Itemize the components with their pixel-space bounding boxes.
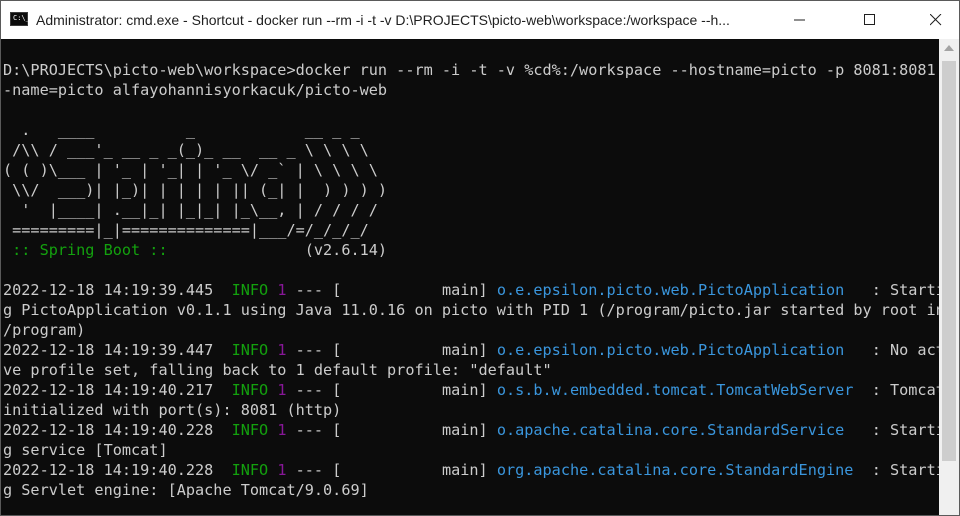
- log-message-continued: initialized with port(s): 8081 (http): [3, 401, 342, 419]
- log-timestamp: 2022-12-18 14:19:39.445: [3, 281, 214, 299]
- log-message: : Startin: [871, 281, 939, 299]
- log-timestamp: 2022-12-18 14:19:40.217: [3, 381, 214, 399]
- cmd-icon: C:\_: [10, 12, 30, 26]
- log-logger: o.e.epsilon.picto.web.PictoApplication: [496, 341, 845, 359]
- log-level: INFO: [231, 461, 269, 479]
- log-entry: 2022-12-18 14:19:39.445 INFO 1 --- [ mai…: [3, 280, 939, 300]
- spring-banner-line: ( ( )\___ | '_ | '_| | '_ \/ _` | \ \ \ …: [3, 161, 378, 179]
- log-entry: 2022-12-18 14:19:39.447 INFO 1 --- [ mai…: [3, 340, 939, 360]
- log-message: : Startin: [871, 461, 939, 479]
- spring-banner-line: =========|_|==============|___/=/_/_/_/: [3, 221, 369, 239]
- spring-banner-line: . ____ _ __ _ _: [3, 121, 360, 139]
- maximize-icon: [864, 14, 875, 25]
- log-entry: 2022-12-18 14:19:40.217 INFO 1 --- [ mai…: [3, 380, 939, 400]
- log-message-continued: ve profile set, falling back to 1 defaul…: [3, 361, 552, 379]
- log-timestamp: 2022-12-18 14:19:40.228: [3, 421, 214, 439]
- spring-banner-line: \\/ ___)| |_)| | | | | || (_| | ) ) ) ): [3, 181, 388, 199]
- console-window: C:\_ Administrator: cmd.exe - Shortcut -…: [0, 0, 960, 516]
- log-pid: 1: [277, 281, 287, 299]
- log-logger: o.e.epsilon.picto.web.PictoApplication: [496, 281, 845, 299]
- window-title: Administrator: cmd.exe - Shortcut - dock…: [36, 12, 730, 28]
- log-level: INFO: [231, 281, 269, 299]
- scrollbar-thumb[interactable]: [942, 61, 956, 461]
- spring-boot-version-line: :: Spring Boot :: (v2.6.14): [3, 240, 387, 260]
- log-timestamp: 2022-12-18 14:19:39.447: [3, 341, 214, 359]
- log-logger: org.apache.catalina.core.StandardEngine: [496, 461, 854, 479]
- log-level: INFO: [231, 421, 269, 439]
- log-level: INFO: [231, 381, 269, 399]
- log-pid: 1: [277, 381, 287, 399]
- spring-banner-line: /\\ / ___'_ __ _ _(_)_ __ __ _ \ \ \ \: [3, 141, 369, 159]
- spring-boot-version: (v2.6.14): [167, 241, 388, 259]
- log-message: : Startin: [871, 421, 939, 439]
- log-pid: 1: [277, 461, 287, 479]
- log-entry: 2022-12-18 14:19:40.228 INFO 1 --- [ mai…: [3, 420, 939, 440]
- maximize-button[interactable]: [847, 1, 893, 39]
- log-message: : Tomcat: [853, 381, 939, 399]
- close-icon: [930, 14, 942, 26]
- minimize-button[interactable]: [777, 1, 823, 39]
- log-timestamp: 2022-12-18 14:19:40.228: [3, 461, 214, 479]
- close-button[interactable]: [913, 1, 959, 39]
- log-message-continued: g PictoApplication v0.1.1 using Java 11.…: [3, 301, 939, 319]
- command-line-continued: -name=picto alfayohannisyorkacuk/picto-w…: [3, 81, 388, 99]
- log-message-continued: g Servlet engine: [Apache Tomcat/9.0.69]: [3, 481, 369, 499]
- log-thread: --- [ main]: [286, 461, 497, 479]
- minimize-icon: [794, 19, 805, 21]
- spring-banner-line: ' |____| .__|_| |_|_| |_\__, | / / / /: [3, 201, 378, 219]
- log-pid: 1: [277, 421, 287, 439]
- log-thread: --- [ main]: [286, 381, 497, 399]
- log-message-continued: /program): [3, 321, 86, 339]
- log-level: INFO: [231, 341, 269, 359]
- log-message: : No acti: [871, 341, 939, 359]
- vertical-scrollbar[interactable]: [939, 39, 959, 515]
- log-message-continued: g service [Tomcat]: [3, 441, 168, 459]
- scroll-up-arrow-icon[interactable]: [944, 45, 954, 51]
- log-entry: 2022-12-18 14:19:40.228 INFO 1 --- [ mai…: [3, 460, 939, 480]
- console-output[interactable]: D:\PROJECTS\picto-web\workspace>docker r…: [1, 39, 939, 515]
- log-pid: 1: [277, 341, 287, 359]
- spring-boot-label: :: Spring Boot ::: [3, 241, 168, 259]
- command-line: D:\PROJECTS\picto-web\workspace>docker r…: [3, 61, 939, 79]
- log-logger: o.apache.catalina.core.StandardService: [496, 421, 845, 439]
- log-thread: --- [ main]: [286, 341, 497, 359]
- log-thread: --- [ main]: [286, 421, 497, 439]
- log-thread: --- [ main]: [286, 281, 497, 299]
- log-logger: o.s.b.w.embedded.tomcat.TomcatWebServer: [496, 381, 854, 399]
- title-bar[interactable]: C:\_ Administrator: cmd.exe - Shortcut -…: [1, 1, 959, 39]
